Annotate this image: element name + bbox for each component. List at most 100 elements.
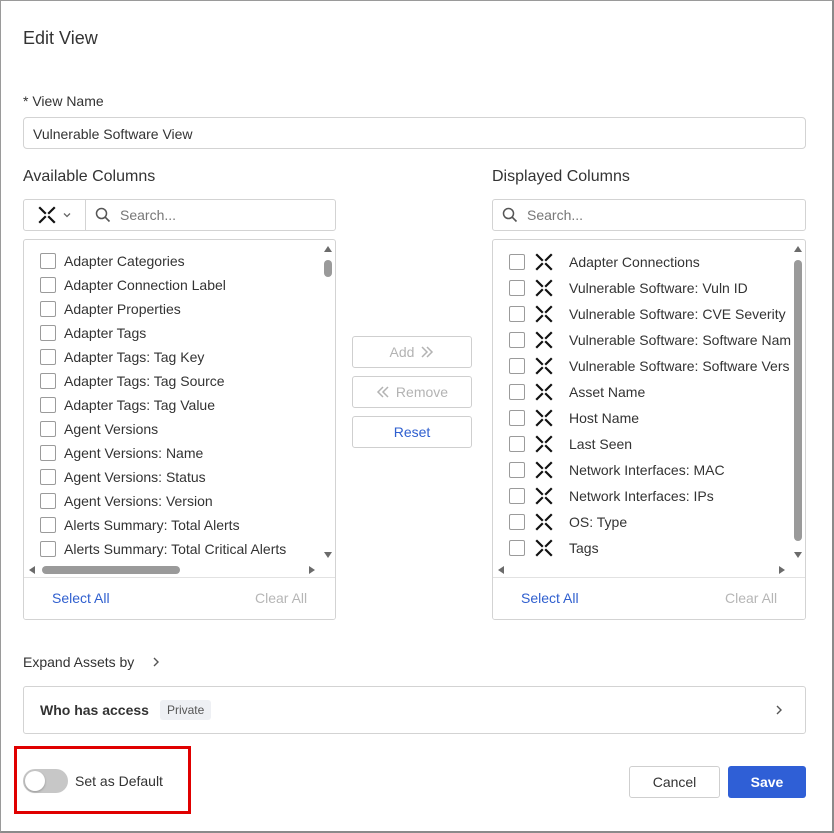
cancel-button[interactable]: Cancel (629, 766, 720, 798)
column-label: Agent Versions: Version (64, 493, 213, 509)
column-checkbox[interactable] (509, 384, 525, 400)
column-checkbox[interactable] (40, 325, 56, 341)
column-checkbox[interactable] (509, 488, 525, 504)
available-search-input[interactable] (120, 207, 320, 223)
save-button[interactable]: Save (728, 766, 806, 798)
column-label: Adapter Tags: Tag Key (64, 349, 205, 365)
available-column-item[interactable]: Adapter Properties (40, 300, 181, 318)
column-checkbox[interactable] (509, 306, 525, 322)
adapter-icon (535, 539, 553, 557)
available-column-item[interactable]: Adapter Tags: Tag Key (40, 348, 204, 366)
column-label: Agent Versions: Name (64, 445, 204, 461)
available-columns-list: Adapter Categories Adapter Connection Lab… (23, 239, 336, 620)
available-column-item[interactable]: Adapter Tags (40, 324, 146, 342)
available-column-item[interactable]: Adapter Categories (40, 252, 185, 270)
available-column-item[interactable]: Agent Versions: Name (40, 444, 203, 462)
displayed-column-item[interactable]: Host Name (509, 409, 791, 427)
column-checkbox[interactable] (40, 445, 56, 461)
displayed-column-item[interactable]: Tags (509, 539, 791, 557)
column-checkbox[interactable] (40, 397, 56, 413)
available-column-item[interactable]: Adapter Tags: Tag Source (40, 372, 225, 390)
expand-assets-toggle[interactable]: Expand Assets by (23, 654, 160, 670)
double-chevron-left-icon (376, 386, 390, 398)
column-checkbox[interactable] (509, 514, 525, 530)
displayed-toolbar (492, 199, 806, 231)
displayed-vertical-scrollbar[interactable] (792, 242, 804, 567)
adapter-icon (535, 487, 553, 505)
displayed-column-item[interactable]: Vulnerable Software: Software Nam (509, 331, 791, 349)
column-checkbox[interactable] (40, 517, 56, 533)
displayed-column-item[interactable]: OS: Type (509, 513, 791, 531)
column-checkbox[interactable] (40, 301, 56, 317)
set-default-toggle[interactable] (23, 769, 68, 793)
displayed-search-input[interactable] (527, 207, 727, 223)
adapter-filter-dropdown[interactable] (24, 200, 86, 230)
column-checkbox[interactable] (40, 349, 56, 365)
column-checkbox[interactable] (509, 254, 525, 270)
view-name-input[interactable]: Vulnerable Software View (23, 117, 806, 149)
column-checkbox[interactable] (40, 541, 56, 557)
available-column-item[interactable]: Agent Versions: Status (40, 468, 206, 486)
column-checkbox[interactable] (509, 462, 525, 478)
adapter-icon (535, 357, 553, 375)
displayed-columns-title: Displayed Columns (492, 168, 630, 185)
available-search (86, 207, 335, 223)
column-label: Tags (569, 540, 599, 556)
displayed-column-item[interactable]: Network Interfaces: MAC (509, 461, 791, 479)
column-checkbox[interactable] (509, 332, 525, 348)
column-checkbox[interactable] (509, 436, 525, 452)
available-vertical-scrollbar[interactable] (322, 242, 334, 567)
available-column-item[interactable]: Agent Versions (40, 420, 158, 438)
add-button[interactable]: Add (352, 336, 472, 368)
column-checkbox[interactable] (40, 253, 56, 269)
column-checkbox[interactable] (40, 373, 56, 389)
displayed-column-item[interactable]: Adapter Connections (509, 253, 791, 271)
column-checkbox[interactable] (40, 493, 56, 509)
column-checkbox[interactable] (40, 421, 56, 437)
displayed-column-item[interactable]: Vulnerable Software: Software Vers (509, 357, 791, 375)
column-checkbox[interactable] (40, 469, 56, 485)
displayed-select-all[interactable]: Select All (521, 590, 579, 606)
displayed-horizontal-scrollbar[interactable] (495, 564, 791, 576)
toggle-knob (25, 771, 45, 791)
column-label: Adapter Tags: Tag Source (64, 373, 225, 389)
column-label: Alerts Summary: Total Alerts (64, 517, 240, 533)
add-button-label: Add (389, 344, 415, 360)
column-checkbox[interactable] (509, 540, 525, 556)
column-label: Adapter Connections (569, 254, 700, 270)
dialog-title: Edit View (23, 28, 98, 48)
column-checkbox[interactable] (509, 280, 525, 296)
available-select-all[interactable]: Select All (52, 590, 110, 606)
adapter-icon (535, 331, 553, 349)
remove-button-label: Remove (395, 384, 449, 400)
displayed-columns-list: Adapter Connections Vulnerable Software: … (492, 239, 806, 620)
remove-button[interactable]: Remove (352, 376, 472, 408)
column-checkbox[interactable] (509, 358, 525, 374)
displayed-clear-all[interactable]: Clear All (725, 590, 777, 606)
reset-button[interactable]: Reset (352, 416, 472, 448)
displayed-column-item[interactable]: Vulnerable Software: CVE Severity (509, 305, 791, 323)
adapter-icon (535, 383, 553, 401)
available-horizontal-scrollbar[interactable] (26, 564, 321, 576)
available-column-item[interactable]: Adapter Tags: Tag Value (40, 396, 215, 414)
search-icon (502, 207, 518, 223)
available-column-item[interactable]: Alerts Summary: Total Alerts (40, 516, 240, 534)
displayed-column-item[interactable]: Vulnerable Software: Vuln ID (509, 279, 791, 297)
column-label: Adapter Properties (64, 301, 181, 317)
chevron-down-icon (62, 210, 72, 220)
column-checkbox[interactable] (40, 277, 56, 293)
available-clear-all[interactable]: Clear All (255, 590, 307, 606)
expand-assets-label: Expand Assets by (23, 654, 135, 670)
column-checkbox[interactable] (509, 410, 525, 426)
who-has-access-row[interactable]: Who has access Private (23, 686, 806, 734)
column-label: OS: Type (569, 514, 628, 530)
available-column-item[interactable]: Alerts Summary: Total Critical Alerts (40, 540, 286, 558)
displayed-column-item[interactable]: Network Interfaces: IPs (509, 487, 791, 505)
displayed-column-item[interactable]: Asset Name (509, 383, 791, 401)
available-column-item[interactable]: Adapter Connection Label (40, 276, 226, 294)
available-column-item[interactable]: Agent Versions: Version (40, 492, 213, 510)
adapter-icon (535, 305, 553, 323)
adapter-icon (535, 279, 553, 297)
displayed-column-item[interactable]: Last Seen (509, 435, 791, 453)
column-label: Vulnerable Software: Software Vers (569, 358, 790, 374)
